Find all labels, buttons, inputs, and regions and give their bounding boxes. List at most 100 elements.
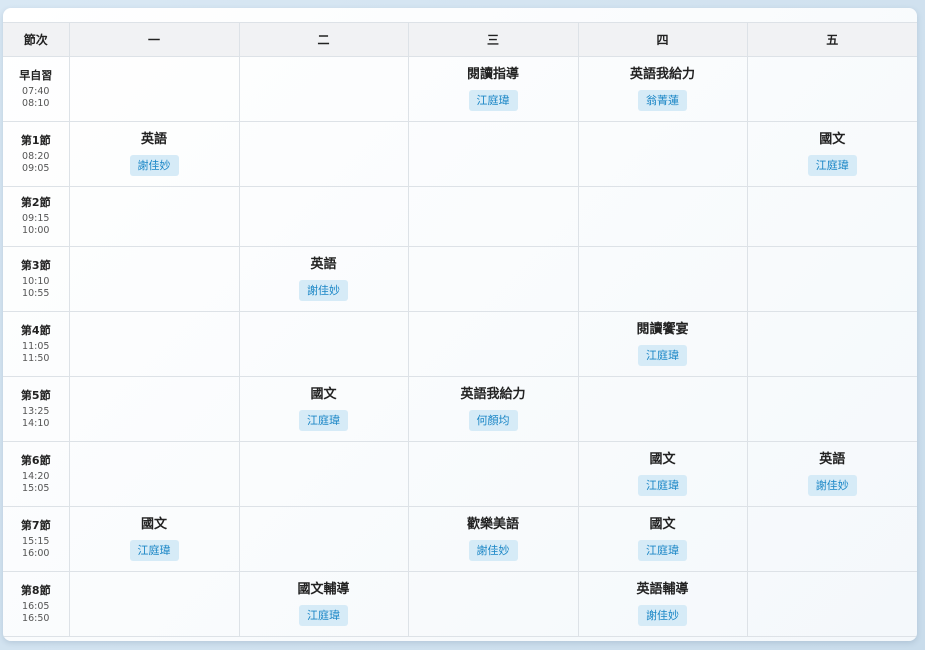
subject-name: 閱讀指導 — [466, 67, 519, 82]
period-cell: 第6節 14:20 15:05 — [3, 441, 70, 507]
subject-name: 閱讀饗宴 — [636, 322, 689, 337]
timetable-card: 節次 一 二 三 四 五 早自習 07:40 08:10 閱讀指導 江庭瑋 英語我給力 翁菁… — [3, 8, 917, 641]
period-row: 第3節 10:10 10:55 英語 謝佳妙 — [3, 246, 917, 312]
class-cell-thu — [577, 376, 748, 442]
period-start-time: 08:20 — [22, 150, 50, 162]
period-name: 第1節 — [20, 133, 51, 147]
period-row: 早自習 07:40 08:10 閱讀指導 江庭瑋 英語我給力 翁菁蓮 — [3, 56, 917, 122]
teacher-badge: 江庭瑋 — [807, 155, 857, 176]
period-cell: 第7節 15:15 16:00 — [3, 506, 70, 572]
class-cell-thu[interactable]: 英語我給力 翁菁蓮 — [577, 56, 748, 122]
period-row: 第8節 16:05 16:50 國文輔導江庭瑋 英語輔導 謝佳妙 — [3, 571, 917, 637]
teacher-badge: 謝佳妙 — [129, 155, 179, 176]
class-cell-fri — [746, 571, 917, 637]
header-day-fri: 五 — [746, 22, 917, 57]
subject-name: 英語 — [819, 452, 846, 467]
class-cell-mon[interactable]: 英語 謝佳妙 — [68, 121, 240, 187]
class-cell-mon — [68, 246, 240, 312]
period-start-time: 13:25 — [22, 405, 50, 417]
subject-name: 國文 — [819, 132, 846, 147]
class-cell-wed — [407, 121, 579, 187]
class-cell-wed — [407, 246, 579, 312]
header-period: 節次 — [3, 22, 70, 57]
teacher-badge: 何顏均 — [468, 410, 518, 431]
period-name: 第4節 — [20, 323, 51, 337]
period-end-time: 15:05 — [22, 482, 50, 494]
teacher-badge: 江庭瑋 — [468, 90, 518, 111]
period-row: 第1節 08:20 09:05 英語謝佳妙 國文江庭瑋 — [3, 121, 917, 187]
class-cell-mon — [68, 311, 240, 377]
class-cell-wed[interactable]: 閱讀指導 江庭瑋 — [407, 56, 579, 122]
period-row: 第5節 13:25 14:10 國文 江庭瑋 英語我給力 何顏均 — [3, 376, 917, 442]
class-cell-tue — [238, 311, 409, 377]
class-cell-mon — [68, 186, 240, 247]
period-cell: 第5節 13:25 14:10 — [3, 376, 70, 442]
class-cell-mon — [68, 376, 240, 442]
period-name: 早自習 — [19, 68, 53, 82]
period-row: 第7節 15:15 16:00 國文 江庭瑋 歡樂美語 謝佳妙 國文 江庭瑋 — [3, 506, 917, 572]
subject-name: 英語我給力 — [460, 387, 526, 402]
class-cell-wed — [407, 571, 579, 637]
period-row: 第2節 09:15 10:00 — [3, 186, 917, 247]
subject-name: 國文輔導 — [297, 582, 350, 597]
class-cell-tue — [238, 186, 409, 247]
subject-name: 國文 — [140, 517, 167, 532]
period-row: 第6節 14:20 15:05 國文 江庭瑋 英語 謝佳妙 — [3, 441, 917, 507]
period-start-time: 11:05 — [22, 340, 50, 352]
class-cell-thu[interactable]: 閱讀饗宴 江庭瑋 — [577, 311, 748, 377]
class-cell-tue[interactable]: 國文輔導 江庭瑋 — [238, 571, 409, 637]
period-end-time: 10:55 — [22, 287, 50, 299]
class-cell-mon[interactable]: 國文 江庭瑋 — [68, 506, 240, 572]
class-cell-tue — [238, 56, 409, 122]
class-cell-tue — [238, 121, 409, 187]
class-cell-tue[interactable]: 國文 江庭瑋 — [238, 376, 409, 442]
subject-name: 國文 — [310, 387, 337, 402]
class-cell-fri[interactable]: 英語 謝佳妙 — [746, 441, 917, 507]
period-start-time: 09:15 — [22, 213, 50, 224]
class-cell-wed[interactable]: 歡樂美語 謝佳妙 — [407, 506, 579, 572]
header-day-wed: 三 — [407, 22, 579, 57]
period-name: 第8節 — [20, 583, 51, 597]
period-name: 第5節 — [20, 388, 51, 402]
teacher-badge: 謝佳妙 — [299, 280, 348, 301]
period-name: 第2節 — [20, 196, 51, 209]
class-cell-wed[interactable]: 英語我給力 何顏均 — [407, 376, 579, 442]
teacher-badge: 江庭瑋 — [638, 345, 687, 366]
teacher-badge: 江庭瑋 — [299, 605, 348, 626]
class-cell-tue[interactable]: 英語 謝佳妙 — [238, 246, 409, 312]
class-cell-thu[interactable]: 英語輔導 謝佳妙 — [577, 571, 748, 637]
period-start-time: 16:05 — [22, 600, 50, 612]
class-cell-fri — [746, 186, 917, 247]
subject-name: 國文 — [649, 452, 676, 467]
period-end-time: 10:00 — [22, 225, 50, 236]
class-cell-fri — [746, 506, 917, 572]
period-end-time: 16:50 — [22, 612, 50, 624]
subject-name: 英語 — [140, 132, 167, 147]
class-cell-fri — [746, 246, 917, 312]
period-cell: 早自習 07:40 08:10 — [3, 56, 70, 122]
teacher-badge: 謝佳妙 — [468, 540, 518, 561]
class-cell-thu[interactable]: 國文 江庭瑋 — [577, 441, 748, 507]
teacher-badge: 江庭瑋 — [299, 410, 348, 431]
class-cell-wed — [407, 441, 579, 507]
period-end-time: 11:50 — [22, 352, 50, 364]
subject-name: 英語 — [310, 257, 337, 272]
class-cell-fri[interactable]: 國文 江庭瑋 — [746, 121, 917, 187]
class-cell-mon — [68, 571, 240, 637]
period-name: 第6節 — [20, 453, 51, 467]
class-cell-fri — [746, 311, 917, 377]
class-cell-wed — [407, 311, 579, 377]
period-name: 第7節 — [20, 518, 51, 532]
subject-name: 歡樂美語 — [466, 517, 519, 532]
period-cell: 第4節 11:05 11:50 — [3, 311, 70, 377]
timetable: 節次 一 二 三 四 五 早自習 07:40 08:10 閱讀指導 江庭瑋 英語我給力 翁菁… — [3, 22, 917, 637]
teacher-badge: 江庭瑋 — [638, 475, 687, 496]
class-cell-thu — [577, 246, 748, 312]
class-cell-thu[interactable]: 國文 江庭瑋 — [577, 506, 748, 572]
period-cell: 第2節 09:15 10:00 — [3, 186, 70, 247]
period-start-time: 10:10 — [22, 275, 50, 287]
class-cell-fri — [746, 56, 917, 122]
class-cell-tue — [238, 441, 409, 507]
teacher-badge: 翁菁蓮 — [638, 90, 687, 111]
period-end-time: 09:05 — [22, 162, 50, 174]
